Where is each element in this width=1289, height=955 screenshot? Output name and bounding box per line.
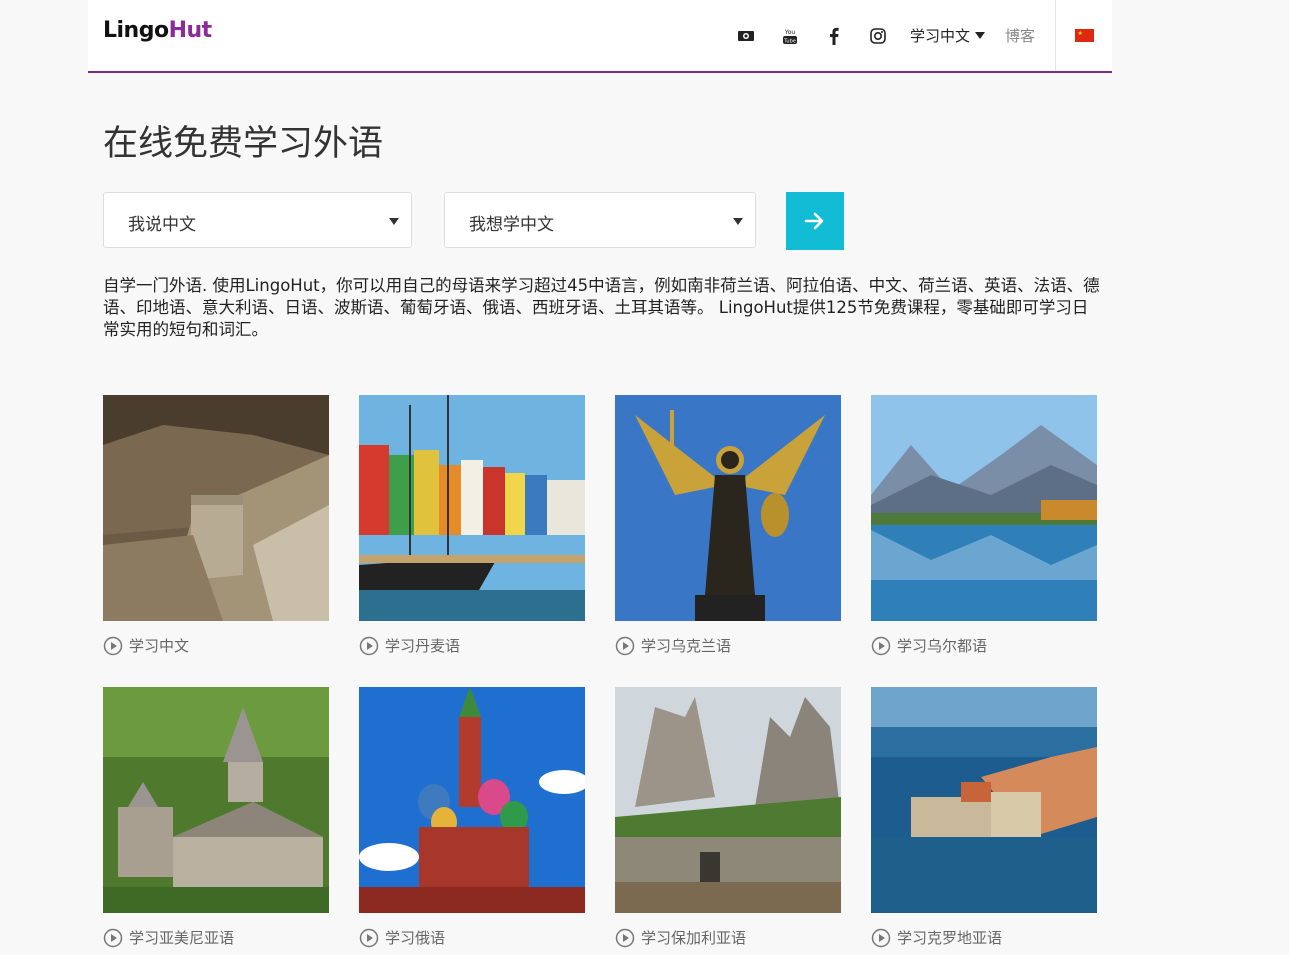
intro-text: 自学一门外语. 使用LingoHut，你可以用自己的母语来学习超过45中语言，例… (103, 276, 1100, 339)
play-icon (615, 636, 635, 655)
card-caption[interactable]: 学习俄语 (359, 927, 585, 948)
play-icon (615, 928, 635, 947)
card-caption[interactable]: 学习乌尔都语 (871, 635, 1097, 656)
card-caption[interactable]: 学习亚美尼亚语 (103, 927, 329, 948)
language-card-bulgarian[interactable]: 学习保加利亚语 (615, 687, 841, 948)
instagram-icon[interactable] (868, 26, 888, 46)
card-caption[interactable]: 学习乌克兰语 (615, 635, 841, 656)
language-card-danish[interactable]: 学习丹麦语 (359, 395, 585, 656)
play-icon (359, 636, 379, 655)
language-flag-button[interactable]: ★ (1056, 0, 1112, 71)
card-caption[interactable]: 学习中文 (103, 635, 329, 656)
chevron-down-icon (389, 218, 399, 225)
svg-text:You: You (784, 29, 796, 36)
language-card-ukrainian[interactable]: 学习乌克兰语 (615, 395, 841, 656)
card-caption[interactable]: 学习克罗地亚语 (871, 927, 1097, 948)
china-flag-icon: ★ (1074, 29, 1094, 42)
play-icon (359, 928, 379, 947)
chevron-down-icon (974, 32, 985, 39)
language-card-russian[interactable]: 学习俄语 (359, 687, 585, 948)
top-nav: You Tube 学习中文 博客 ★ (724, 0, 1112, 71)
dubrovnik-image[interactable] (871, 687, 1097, 913)
logo[interactable]: LingoHut (103, 18, 212, 43)
svg-text:Tube: Tube (783, 38, 796, 44)
play-icon (103, 928, 123, 947)
great-wall-image[interactable] (103, 395, 329, 621)
chevron-down-icon (733, 218, 743, 225)
language-card-armenian[interactable]: 学习亚美尼亚语 (103, 687, 329, 948)
st-basils-cathedral-image[interactable] (359, 687, 585, 913)
archangel-statue-image[interactable] (615, 395, 841, 621)
card-caption[interactable]: 学习丹麦语 (359, 635, 585, 656)
monastery-image[interactable] (103, 687, 329, 913)
language-card-urdu[interactable]: 学习乌尔都语 (871, 395, 1097, 656)
facebook-icon[interactable] (824, 26, 844, 46)
belogradchik-fortress-image[interactable] (615, 687, 841, 913)
language-menu[interactable]: 学习中文 (910, 25, 985, 46)
target-language-select[interactable]: 我想学中文 (444, 192, 756, 248)
arrow-right-icon (804, 212, 824, 230)
play-icon (871, 928, 891, 947)
youtube-icon[interactable]: You Tube (780, 26, 800, 46)
site-header: LingoHut You Tube 学习中文 博客 ★ (88, 0, 1112, 73)
language-card-croatian[interactable]: 学习克罗地亚语 (871, 687, 1097, 948)
go-button[interactable] (786, 192, 844, 250)
language-card-chinese[interactable]: 学习中文 (103, 395, 329, 656)
page-title: 在线免费学习外语 (103, 124, 384, 164)
video-icon[interactable] (736, 26, 756, 46)
native-language-select[interactable]: 我说中文 (103, 192, 412, 248)
play-icon (103, 636, 123, 655)
card-caption[interactable]: 学习保加利亚语 (615, 927, 841, 948)
blog-link[interactable]: 博客 (1005, 25, 1035, 46)
mountain-lake-image[interactable] (871, 395, 1097, 621)
play-icon (871, 636, 891, 655)
nyhavn-image[interactable] (359, 395, 585, 621)
